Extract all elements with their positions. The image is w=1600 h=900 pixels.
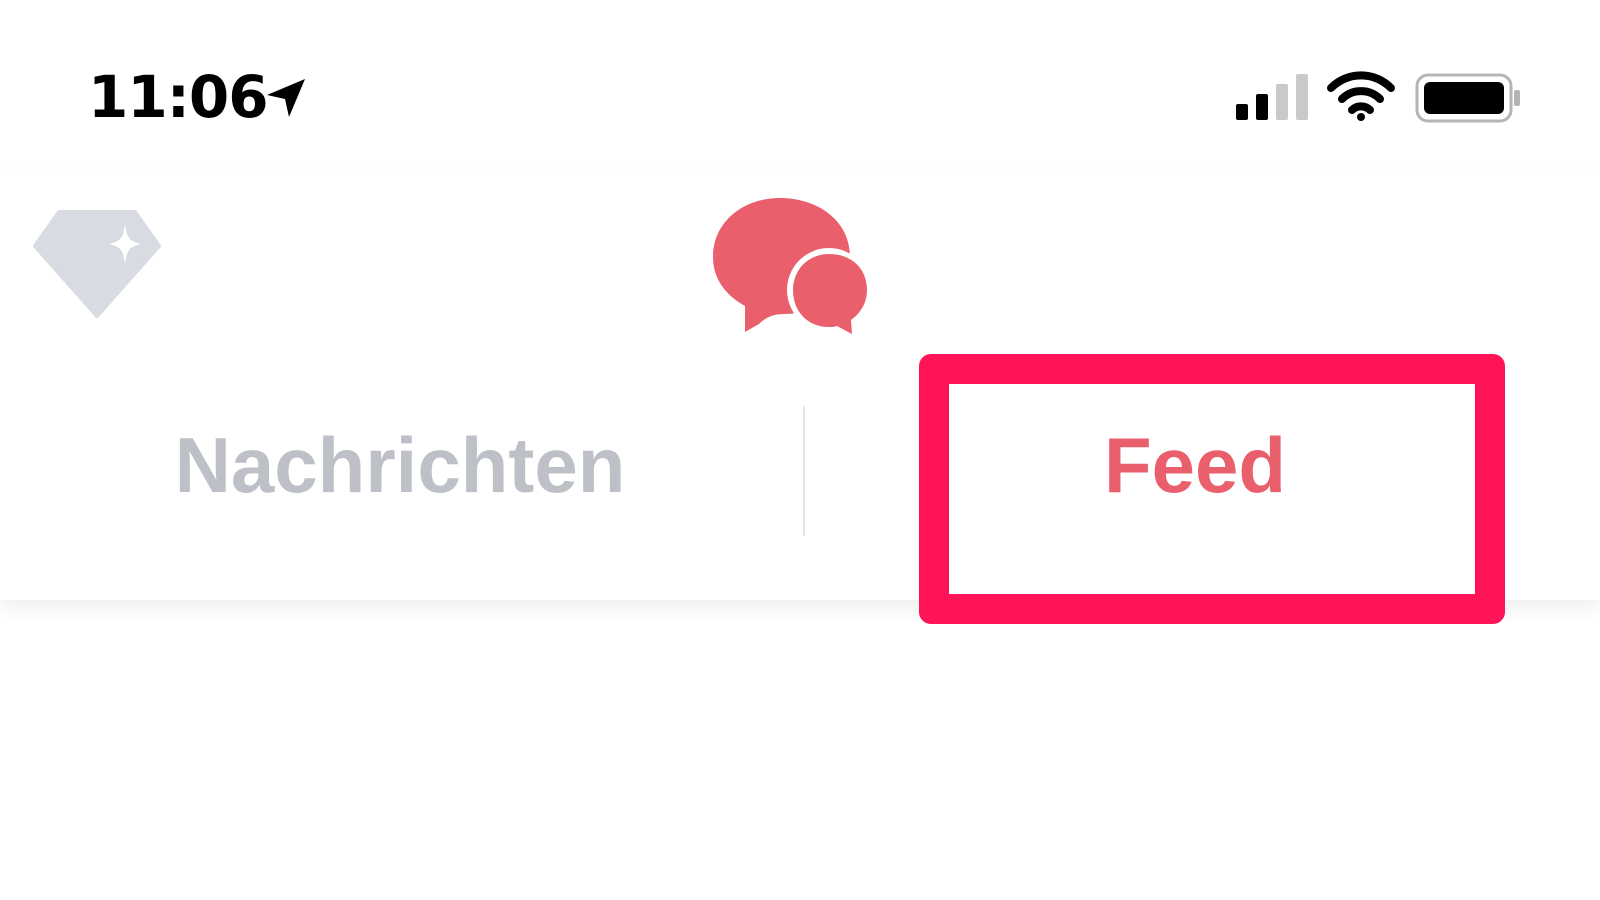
gem-icon[interactable] [33,208,161,320]
status-bar: 11:06 [0,0,1600,170]
app-screen: 11:06 Nachrichten Feed [0,0,1600,900]
app-header: Nachrichten Feed [0,170,1600,624]
battery-icon [1415,73,1520,123]
chat-bubbles-icon [713,198,871,334]
location-arrow-icon [267,79,305,117]
tab-divider [803,406,805,536]
status-time: 11:06 [88,63,269,131]
tab-feed[interactable]: Feed [940,390,1450,540]
wifi-icon [1327,71,1395,121]
cellular-signal-icon [1236,74,1308,120]
tab-messages[interactable]: Nachrichten [130,390,670,540]
